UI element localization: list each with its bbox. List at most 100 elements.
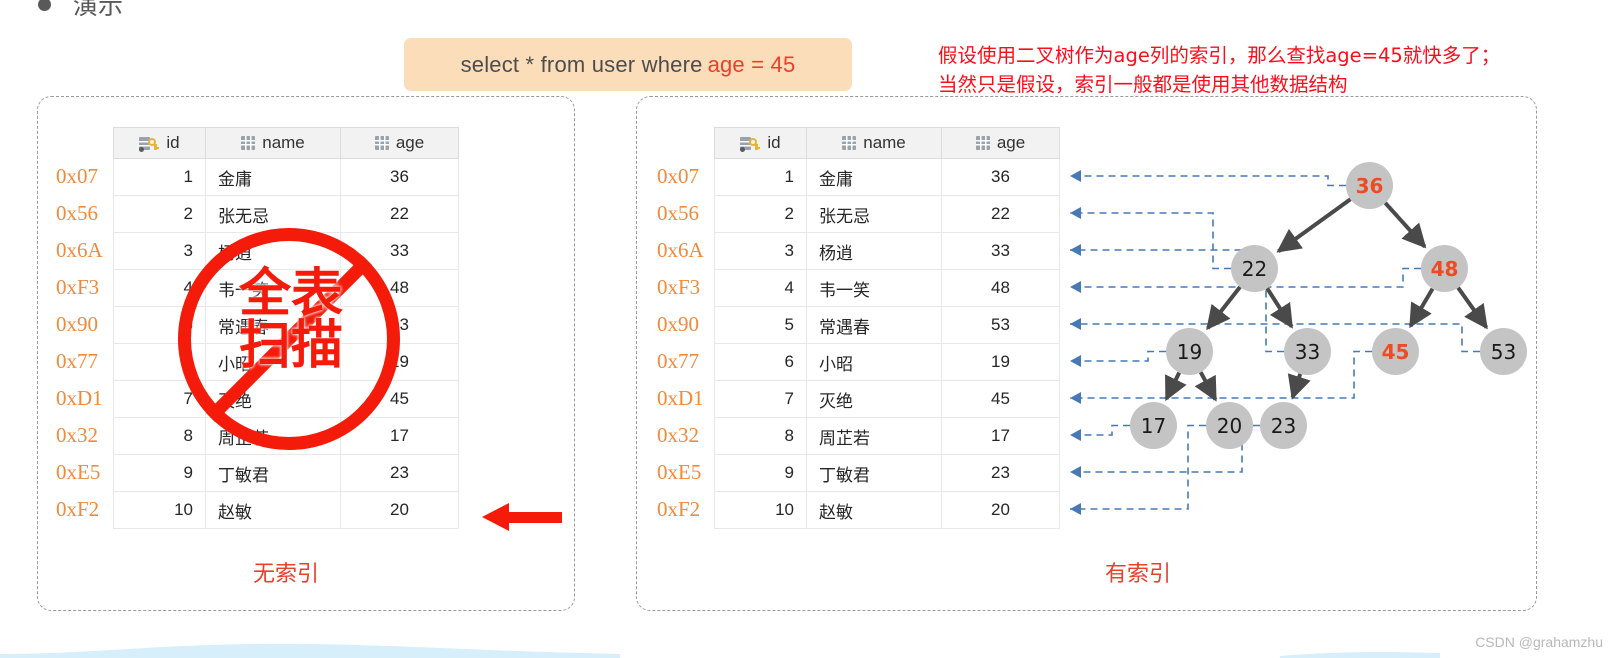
cell-id: 9 [113,454,206,492]
tree-node: 19 [1166,328,1213,375]
table-row: 10 赵敏 20 [714,491,1060,529]
cell-name: 韦一笑 [806,269,942,307]
tree-edge [1194,371,1218,402]
row-address: 0x56 [56,201,98,225]
cell-age: 45 [340,380,459,418]
cell-name: 杨逍 [806,232,942,270]
full-scan-label: 全表 扫描 [238,264,343,376]
index-pointer-arrowhead [1070,207,1081,219]
row-address: 0xE5 [56,460,101,484]
index-pointer-arrowhead [1070,355,1081,367]
cell-id: 8 [113,417,206,455]
full-scan-arrow-icon [482,503,562,531]
cell-name: 常遇春 [806,306,942,344]
table-row: 3 杨逍 33 [714,232,1060,270]
column-header-id: id [714,127,807,159]
binary-tree-diagram: 36 22 48 19 33 45 53 17 20 23 [1086,140,1536,460]
tree-node: 23 [1260,402,1307,449]
table-row: 8 周芷若 17 [113,417,459,455]
cell-id: 9 [714,454,807,492]
tree-edge [1408,287,1435,329]
cell-age: 45 [941,380,1060,418]
tree-node: 45 [1372,328,1419,375]
cell-name: 灭绝 [806,380,942,418]
tree-edge [1206,285,1242,331]
cell-age: 33 [340,232,459,270]
slide-heading: 演示 [38,0,123,22]
index-pointer-arrowhead [1070,170,1081,182]
row-address: 0x90 [56,312,98,336]
cell-id: 1 [113,158,206,196]
cell-age: 17 [340,417,459,455]
caption-no-index: 无索引 [252,562,319,587]
cell-age: 36 [941,158,1060,196]
cell-name: 张无忌 [205,195,341,233]
row-address: 0x32 [56,423,98,447]
column-header-age-label: age [395,133,425,152]
tree-node: 22 [1231,245,1278,292]
row-address: 0x77 [56,349,98,373]
tree-node: 36 [1346,162,1393,209]
tree-edge [1164,371,1187,402]
row-address: 0x77 [657,349,699,373]
sql-statement-pill: select * from user where age = 45 [404,38,852,91]
cell-age: 22 [340,195,459,233]
cell-id: 8 [714,417,807,455]
table-row: 4 韦一笑 48 [714,269,1060,307]
index-pointer-arrowhead [1070,281,1081,293]
table-row: 10 赵敏 20 [113,491,459,529]
column-grid-icon [374,136,389,150]
column-header-id-label: id [166,133,180,152]
table-row: 7 灭绝 45 [714,380,1060,418]
caption-with-index: 有索引 [1104,562,1171,587]
table-row: 1 金庸 36 [714,158,1060,196]
cell-id: 7 [714,380,807,418]
column-header-age: age [941,127,1060,159]
index-pointer-arrowhead [1070,392,1081,404]
cell-id: 1 [714,158,807,196]
column-header-age: age [340,127,459,159]
table-row: 9 丁敏君 23 [113,454,459,492]
cell-age: 23 [340,454,459,492]
address-column-right: 0x07 0x56 0x6A 0xF3 0x90 0x77 0xD1 0x32 0xE5 0xF2 [657,158,704,528]
column-header-name-label: name [262,133,305,152]
table-row: 2 张无忌 22 [714,195,1060,233]
index-pointer-arrowhead [1070,244,1081,256]
primary-key-icon [740,136,761,152]
column-grid-icon [241,136,256,150]
cell-name: 赵敏 [205,491,341,529]
column-header-name: name [806,127,942,159]
tree-node: 17 [1130,402,1177,449]
table-row: 8 周芷若 17 [714,417,1060,455]
cell-id: 4 [113,269,206,307]
tree-edge [1265,287,1294,329]
column-header-name-label: name [863,133,906,152]
sql-prefix: select * from user where [460,51,703,77]
tree-edge [1383,201,1427,249]
bullet-icon [38,0,51,11]
cell-name: 小昭 [806,343,942,381]
cell-age: 22 [941,195,1060,233]
cell-id: 7 [113,380,206,418]
cell-id: 3 [113,232,206,270]
table-row: 9 丁敏君 23 [714,454,1060,492]
row-address: 0xF3 [56,275,100,299]
index-pointer-arrowhead [1070,466,1081,478]
row-address: 0x07 [657,164,699,188]
primary-key-icon [139,136,160,152]
row-address: 0xE5 [657,460,702,484]
row-address: 0xF2 [657,497,701,521]
index-pointer-arrowhead [1070,503,1081,515]
row-address: 0xF2 [56,497,100,521]
tree-edge [1456,286,1489,330]
watermark: CSDN @grahamzhu [1475,634,1603,650]
cell-name: 周芷若 [205,417,341,455]
row-address: 0x07 [56,164,98,188]
cell-id: 2 [714,195,807,233]
table-row: 7 灭绝 45 [113,380,459,418]
tree-edge [1287,373,1311,400]
cell-age: 48 [941,269,1060,307]
cell-age: 19 [941,343,1060,381]
cell-age: 36 [340,158,459,196]
cell-age: 17 [941,417,1060,455]
